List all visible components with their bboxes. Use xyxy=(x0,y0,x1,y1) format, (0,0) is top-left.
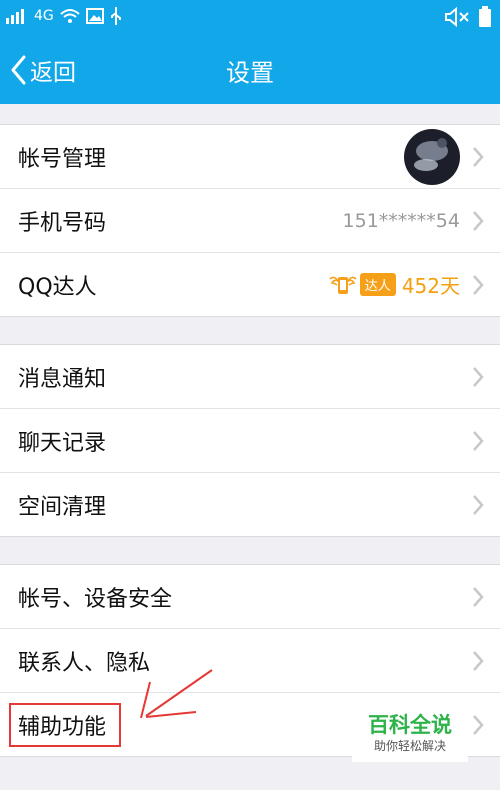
chevron-right-icon xyxy=(473,714,484,735)
watermark-main: 百科全说 xyxy=(368,713,452,737)
row-label: 帐号管理 xyxy=(18,146,107,172)
usb-icon xyxy=(110,7,121,25)
wifi-icon xyxy=(60,9,80,23)
network-type: 4G xyxy=(34,8,54,24)
chevron-right-icon xyxy=(473,494,484,515)
settings-group-account: 帐号管理 手机号码 151******54 QQ达人 达人 452天 xyxy=(0,124,500,317)
image-icon xyxy=(85,8,104,24)
status-bar: 4G xyxy=(0,0,500,36)
row-label: 消息通知 xyxy=(18,366,107,392)
back-chevron-icon xyxy=(11,55,26,85)
chevron-right-icon xyxy=(473,210,484,231)
avatar xyxy=(404,128,460,185)
chevron-right-icon xyxy=(473,650,484,671)
chevron-right-icon xyxy=(473,274,484,295)
badge-text: 达人 xyxy=(359,273,396,296)
row-phone-number[interactable]: 手机号码 151******54 xyxy=(0,188,500,252)
chevron-right-icon xyxy=(473,146,484,167)
chevron-right-icon xyxy=(473,430,484,451)
status-right xyxy=(444,6,492,28)
watermark-sub: 助你轻松解决 xyxy=(373,739,446,753)
row-contacts-privacy[interactable]: 联系人、隐私 xyxy=(0,628,500,692)
annotation-highlight-box xyxy=(9,703,121,747)
row-account-management[interactable]: 帐号管理 xyxy=(0,125,500,188)
row-chat-history[interactable]: 聊天记录 xyxy=(0,408,500,472)
row-qq-daren[interactable]: QQ达人 达人 452天 xyxy=(0,252,500,316)
back-button[interactable]: 返回 xyxy=(10,52,76,88)
chevron-right-icon xyxy=(473,366,484,387)
daren-days: 452天 xyxy=(401,274,460,298)
row-space-cleanup[interactable]: 空间清理 xyxy=(0,472,500,536)
back-label: 返回 xyxy=(30,60,76,86)
winged-phone-icon xyxy=(329,276,357,294)
mute-icon xyxy=(445,7,469,27)
nav-bar: 设置 返回 xyxy=(0,36,500,104)
row-message-notifications[interactable]: 消息通知 xyxy=(0,345,500,408)
row-label: 空间清理 xyxy=(18,494,107,520)
daren-badge: 达人 xyxy=(328,273,396,297)
chevron-right-icon xyxy=(473,586,484,607)
row-label: 联系人、隐私 xyxy=(18,650,151,676)
row-label: QQ达人 xyxy=(18,274,97,300)
status-left: 4G xyxy=(6,7,122,25)
row-label: 手机号码 xyxy=(18,210,107,236)
battery-icon xyxy=(479,6,491,27)
phone-value: 151******54 xyxy=(342,209,460,232)
row-account-device-security[interactable]: 帐号、设备安全 xyxy=(0,565,500,628)
settings-group-messages: 消息通知 聊天记录 空间清理 xyxy=(0,344,500,537)
row-label: 帐号、设备安全 xyxy=(18,586,173,612)
signal-icon xyxy=(6,9,24,24)
row-label: 聊天记录 xyxy=(18,430,107,456)
watermark: 百科全说 助你轻松解决 xyxy=(352,712,468,762)
